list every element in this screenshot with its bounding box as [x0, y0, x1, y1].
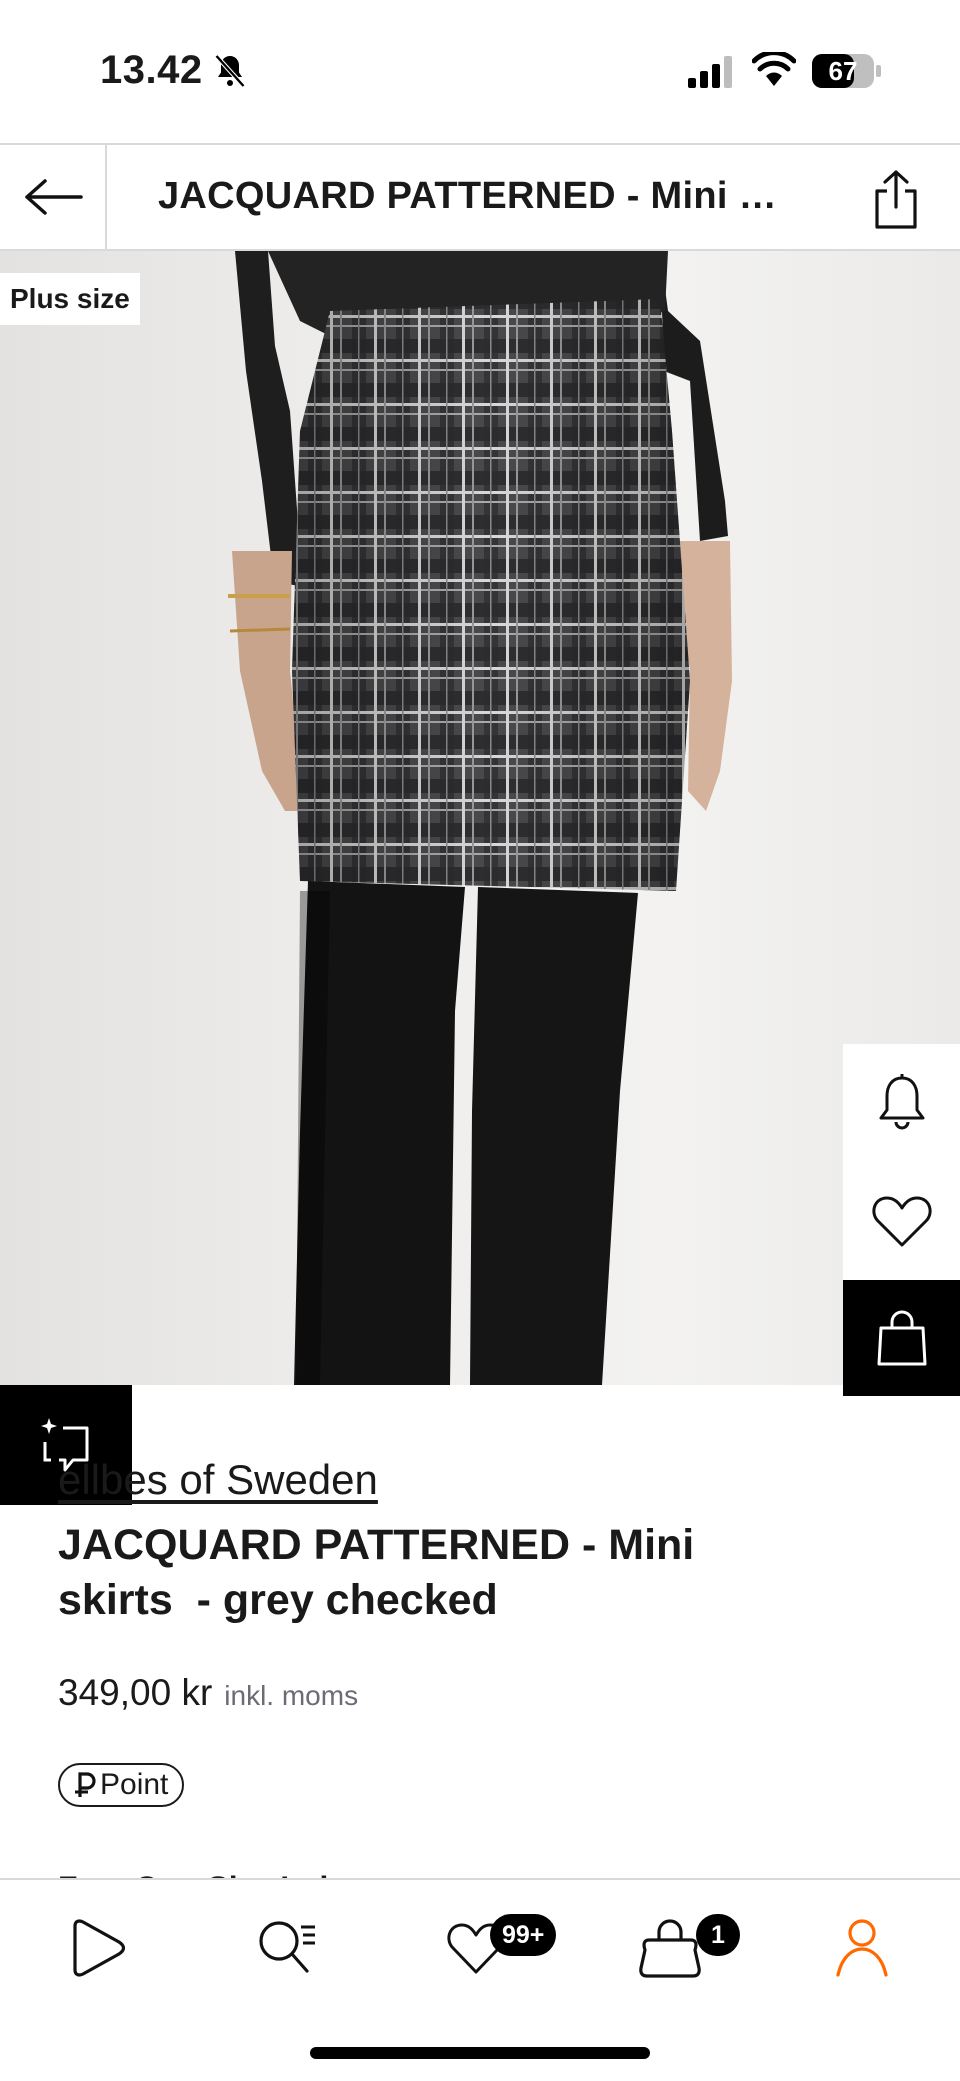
wishlist-button[interactable] — [843, 1162, 960, 1280]
notify-button[interactable] — [843, 1044, 960, 1162]
nav-home[interactable] — [58, 1908, 138, 1988]
product-photo — [228, 251, 732, 1385]
point-pill[interactable]: Point — [58, 1763, 185, 1807]
bell-off-icon — [214, 54, 246, 88]
status-bar: 13.42 67 — [0, 0, 960, 143]
top-header: JACQUARD PATTERNED - Mini skirts - grey … — [0, 143, 960, 251]
share-button[interactable] — [862, 167, 930, 233]
point-label: Point — [100, 1768, 169, 1801]
back-arrow-icon — [24, 179, 83, 215]
price: 349,00 kr — [58, 1672, 213, 1713]
home-icon — [73, 1919, 126, 1977]
add-to-bag-button[interactable] — [843, 1280, 960, 1396]
user-icon — [836, 1919, 888, 1977]
battery-level: 67 — [828, 55, 858, 86]
search-icon — [259, 1921, 315, 1973]
battery-icon: 67 — [812, 54, 882, 88]
share-icon — [875, 170, 917, 229]
status-time: 13.42 — [100, 48, 203, 92]
home-indicator — [310, 2047, 650, 2059]
wifi-icon — [752, 52, 796, 86]
back-button[interactable] — [0, 145, 107, 249]
product-title-line2: skirts - grey checked — [58, 1576, 498, 1624]
nav-account[interactable] — [822, 1908, 902, 1988]
bag-icon — [877, 1310, 926, 1366]
wishlist-badge: 99+ — [490, 1914, 557, 1956]
next-section-partial: Free One-Size Ind — [58, 1866, 458, 1878]
nav-bag[interactable] — [630, 1908, 710, 1988]
price-row: 349,00 kr inkl. moms — [58, 1672, 358, 1714]
heart-icon — [871, 1196, 932, 1247]
point-icon — [75, 1772, 96, 1797]
bell-icon — [879, 1074, 924, 1130]
signal-icon — [688, 56, 732, 88]
bag-icon — [639, 1919, 701, 1978]
brand-link[interactable]: ellbes of Sweden — [58, 1456, 378, 1504]
header-title-text: JACQUARD PATTERNED - Mini skirts - grey … — [158, 175, 788, 217]
plus-size-badge: Plus size — [0, 273, 140, 325]
header-title: JACQUARD PATTERNED - Mini skirts - grey … — [158, 175, 798, 218]
product-image[interactable]: Plus size — [0, 251, 960, 1385]
product-title-line1: JACQUARD PATTERNED - Mini — [58, 1521, 695, 1569]
product-title: JACQUARD PATTERNED - Mini skirts - grey … — [58, 1518, 878, 1628]
nav-search[interactable] — [248, 1908, 328, 1988]
bag-badge: 1 — [696, 1914, 740, 1956]
brand-name: ellbes of Sweden — [58, 1456, 378, 1503]
side-actions — [843, 1044, 960, 1396]
vat-note: inkl. moms — [224, 1680, 359, 1711]
